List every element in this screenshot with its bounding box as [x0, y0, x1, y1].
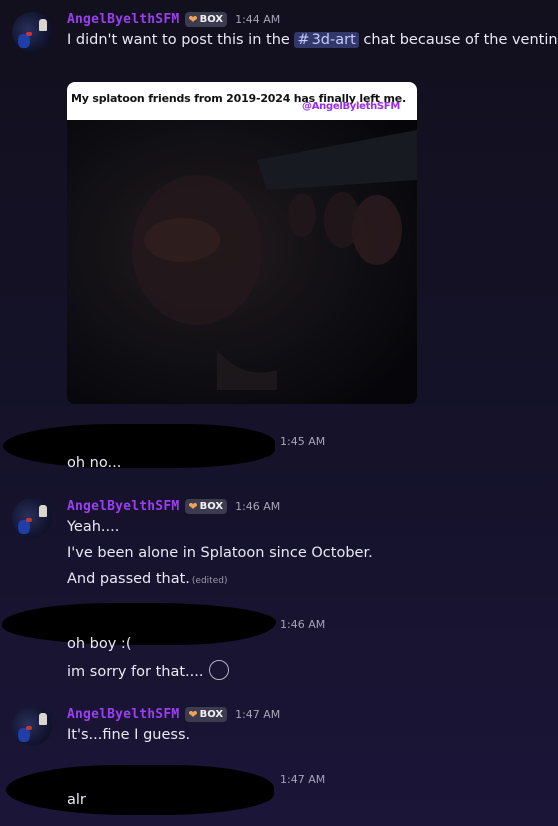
- redacted-avatar-name: [2, 603, 276, 645]
- timestamp[interactable]: 1:47 AM: [280, 773, 325, 786]
- image-scene: [67, 120, 417, 404]
- hashtag-icon: #: [297, 32, 310, 48]
- circle-icon: [209, 660, 230, 680]
- message-text-body: im sorry for that....: [67, 664, 204, 680]
- badge-label: BOX: [199, 13, 224, 25]
- heart-icon: ❤: [188, 12, 198, 26]
- redacted-avatar-name: [3, 424, 275, 468]
- channel-mention-label: 3d-art: [311, 32, 356, 48]
- username[interactable]: AngelByelthSFM: [67, 707, 179, 722]
- message-text: alr: [67, 792, 86, 808]
- image-watermark-handle: @AngelBylethSFM: [302, 101, 400, 112]
- image-attachment[interactable]: My splatoon friends from 2019-2024 has f…: [67, 82, 417, 404]
- message-header: AngelByelthSFM ❤ BOX 1:44 AM: [67, 9, 280, 29]
- message-text: oh boy :(: [67, 636, 132, 652]
- message-text: Yeah....: [67, 519, 120, 535]
- message-text: And passed that. (edited): [67, 571, 227, 587]
- image-caption-bar: My splatoon friends from 2019-2024 has f…: [67, 82, 417, 120]
- message-text-body: And passed that.: [67, 571, 190, 587]
- username[interactable]: AngelByelthSFM: [67, 12, 179, 27]
- message-header: AngelByelthSFM ❤ BOX 1:47 AM: [67, 704, 280, 724]
- message-text-start: I didn't want to post this in the: [67, 32, 290, 48]
- timestamp[interactable]: 1:44 AM: [235, 13, 280, 26]
- timestamp[interactable]: 1:46 AM: [280, 618, 325, 631]
- badge-label: BOX: [199, 500, 224, 512]
- channel-mention[interactable]: #3d-art: [294, 32, 359, 48]
- server-tag-badge[interactable]: ❤ BOX: [185, 11, 228, 27]
- username[interactable]: AngelByelthSFM: [67, 499, 179, 514]
- message-text-end: chat because of the venting.: [363, 32, 558, 48]
- timestamp[interactable]: 1:47 AM: [235, 708, 280, 721]
- heart-icon: ❤: [188, 499, 198, 513]
- message-text: It's...fine I guess.: [67, 727, 191, 743]
- message-text: I've been alone in Splatoon since Octobe…: [67, 545, 373, 561]
- badge-label: BOX: [199, 708, 224, 720]
- message-text: I didn't want to post this in the #3d-ar…: [67, 32, 558, 48]
- timestamp[interactable]: 1:46 AM: [235, 500, 280, 513]
- user-avatar[interactable]: [12, 706, 52, 746]
- heart-icon: ❤: [188, 707, 198, 721]
- message-text: oh no...: [67, 455, 122, 471]
- server-tag-badge[interactable]: ❤ BOX: [185, 498, 228, 514]
- message-text: im sorry for that....: [67, 660, 230, 682]
- message-header: AngelByelthSFM ❤ BOX 1:46 AM: [67, 496, 280, 516]
- redacted-avatar-name: [6, 765, 274, 815]
- server-tag-badge[interactable]: ❤ BOX: [185, 706, 228, 722]
- edited-label: (edited): [191, 576, 228, 586]
- timestamp[interactable]: 1:45 AM: [280, 435, 325, 448]
- user-avatar[interactable]: [12, 12, 52, 52]
- user-avatar[interactable]: [12, 498, 52, 538]
